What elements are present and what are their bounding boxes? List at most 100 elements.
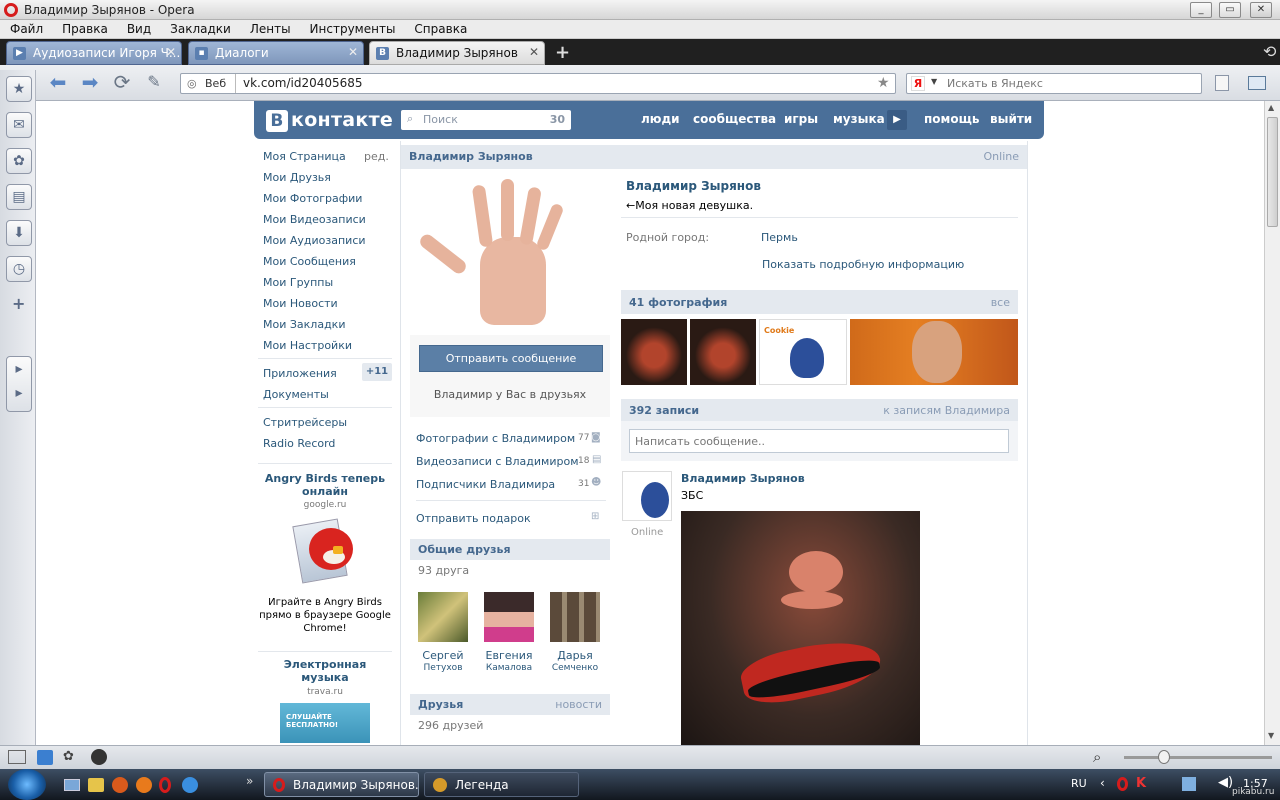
history-clock-icon[interactable]: ◷	[6, 256, 32, 282]
menu-help[interactable]: Справка	[404, 20, 476, 36]
firefox-icon[interactable]	[136, 777, 152, 793]
zoom-slider[interactable]	[1124, 756, 1272, 759]
tray-opera-icon[interactable]	[1117, 777, 1128, 791]
tray-expand-icon[interactable]: ‹	[1100, 776, 1105, 790]
wall-link[interactable]: к записям Владимира	[883, 404, 1010, 417]
common-friends-header[interactable]: Общие друзья	[410, 539, 610, 560]
maximize-button[interactable]: ▭	[1219, 2, 1241, 18]
close-button[interactable]: ✕	[1250, 2, 1272, 18]
menu-feeds[interactable]: Ленты	[240, 20, 300, 36]
zoom-slider-knob[interactable]	[1158, 750, 1170, 764]
mail-icon[interactable]	[1248, 76, 1266, 90]
hometown-value[interactable]: Пермь	[761, 231, 798, 244]
menu-my-groups[interactable]: Мои Группы	[263, 276, 333, 289]
chevron-icon[interactable]: »	[246, 774, 253, 788]
media-player-icon[interactable]	[112, 777, 128, 793]
photo-thumb-2[interactable]	[690, 319, 756, 385]
friend-name-3[interactable]: Дарья Семченко	[540, 649, 610, 675]
menu-my-messages[interactable]: Мои Сообщения	[263, 255, 356, 268]
back-arrow-icon[interactable]: ⬅	[46, 72, 70, 94]
search-field[interactable]: Я ▼ Искать в Яндекс	[906, 73, 1202, 94]
photos-header[interactable]: 41 фотография все	[621, 290, 1018, 314]
forward-arrow-icon[interactable]: ➡	[78, 72, 102, 94]
explorer-icon[interactable]	[88, 778, 104, 792]
tray-network-icon[interactable]	[1182, 777, 1196, 791]
photo-thumb-4[interactable]	[850, 319, 1018, 385]
menu-my-friends[interactable]: Мои Друзья	[263, 171, 331, 184]
ie-icon[interactable]	[182, 777, 198, 793]
taskbar-item-opera[interactable]: Владимир Зырянов...	[264, 772, 419, 797]
page-icon[interactable]	[1215, 75, 1229, 91]
send-gift-link[interactable]: Отправить подарок	[416, 512, 531, 525]
menu-radio-record[interactable]: Radio Record	[263, 437, 335, 450]
profile-avatar[interactable]	[410, 179, 610, 334]
nav-games[interactable]: игры	[784, 112, 818, 126]
friend-photo-2[interactable]	[484, 592, 534, 642]
mail-panel-icon[interactable]: ✉	[6, 112, 32, 138]
menu-my-videos[interactable]: Мои Видеозаписи	[263, 213, 366, 226]
edit-pen-icon[interactable]: ✎	[142, 72, 166, 94]
tab-audio[interactable]: ▶ Аудиозаписи Игоря Ч... ✕	[6, 41, 182, 65]
menu-file[interactable]: Файл	[0, 20, 52, 36]
friend-photo-3[interactable]	[550, 592, 600, 642]
new-tab-button[interactable]: +	[555, 42, 570, 63]
bookmark-star-icon[interactable]: ★	[877, 75, 890, 91]
start-button[interactable]	[8, 769, 46, 800]
link-photos-with[interactable]: Фотографии с Владимиром	[416, 432, 575, 445]
language-indicator[interactable]: RU	[1071, 777, 1087, 790]
tray-antivirus-icon[interactable]: K	[1136, 776, 1146, 791]
scroll-down-icon[interactable]: ▼	[1268, 731, 1274, 740]
show-more-info-link[interactable]: Показать подробную информацию	[762, 258, 964, 271]
link-subscribers[interactable]: Подписчики Владимира	[416, 478, 555, 491]
friend-name-1[interactable]: Сергей Петухов	[408, 649, 478, 675]
menu-my-photos[interactable]: Мои Фотографии	[263, 192, 362, 205]
nav-communities[interactable]: сообщества	[693, 112, 776, 126]
nav-music[interactable]: музыка	[833, 112, 885, 126]
photos-all-link[interactable]: все	[991, 296, 1010, 309]
notes-icon[interactable]: ▤	[6, 184, 32, 210]
scroll-thumb[interactable]	[1267, 117, 1278, 227]
vk-logo[interactable]: Вконтакте	[266, 109, 393, 132]
menu-tools[interactable]: Инструменты	[300, 20, 405, 36]
play-icon[interactable]: ▶	[887, 110, 907, 130]
close-tab-icon[interactable]: ✕	[529, 45, 539, 59]
speed-dial-icon[interactable]	[37, 750, 53, 765]
post-author[interactable]: Владимир Зырянов	[681, 472, 805, 485]
wall-post-input[interactable]: Написать сообщение..	[629, 429, 1009, 453]
nav-logout[interactable]: выйти	[990, 112, 1032, 126]
menu-edit[interactable]: Правка	[52, 20, 117, 36]
nav-people[interactable]: люди	[641, 112, 680, 126]
panel-toggle-icon[interactable]: ▸ ▸	[6, 356, 32, 412]
friends-news-link[interactable]: новости	[555, 698, 602, 711]
close-tab-icon[interactable]: ✕	[348, 45, 358, 59]
friend-name-2[interactable]: Евгения Камалова	[474, 649, 544, 675]
menu-documents[interactable]: Документы	[263, 388, 329, 401]
nav-help[interactable]: помощь	[924, 112, 979, 126]
send-message-button[interactable]: Отправить сообщение	[419, 345, 603, 372]
minimize-button[interactable]: _	[1190, 2, 1212, 18]
widgets-icon[interactable]: ✿	[6, 148, 32, 174]
menu-edit-link[interactable]: ред.	[364, 150, 389, 163]
menu-bookmarks[interactable]: Закладки	[160, 20, 240, 36]
panel-toggle-icon[interactable]	[8, 750, 26, 764]
add-panel-icon[interactable]: +	[12, 294, 25, 313]
menu-my-page[interactable]: Моя Страница	[263, 150, 346, 163]
reload-icon[interactable]: ⟳	[110, 72, 134, 94]
post-photo[interactable]	[681, 511, 920, 745]
url-field[interactable]: ◎ Веб vk.com/id20405685 ★	[180, 73, 896, 94]
zoom-icon[interactable]: ⌕	[1093, 748, 1101, 766]
ad-electronic-music[interactable]: Электронная музыка trava.ru СЛУШАЙТЕ БЕС…	[258, 658, 392, 743]
chevron-down-icon[interactable]: ▼	[931, 77, 937, 86]
menu-my-settings[interactable]: Мои Настройки	[263, 339, 352, 352]
turbo-icon[interactable]	[91, 749, 107, 765]
menu-view[interactable]: Вид	[117, 20, 160, 36]
scroll-up-icon[interactable]: ▲	[1268, 103, 1274, 112]
tab-dialogs[interactable]: ▪ Диалоги ✕	[188, 41, 364, 65]
link-videos-with[interactable]: Видеозаписи с Владимиром	[416, 455, 579, 468]
tray-volume-icon[interactable]: ◀)	[1218, 775, 1233, 790]
menu-my-bookmarks[interactable]: Мои Закладки	[263, 318, 345, 331]
downloads-icon[interactable]: ⬇	[6, 220, 32, 246]
vertical-scrollbar[interactable]: ▲ ▼	[1264, 101, 1280, 745]
opera-taskbar-icon[interactable]	[159, 777, 171, 793]
tab-history-icon[interactable]: ⟲	[1263, 42, 1276, 61]
